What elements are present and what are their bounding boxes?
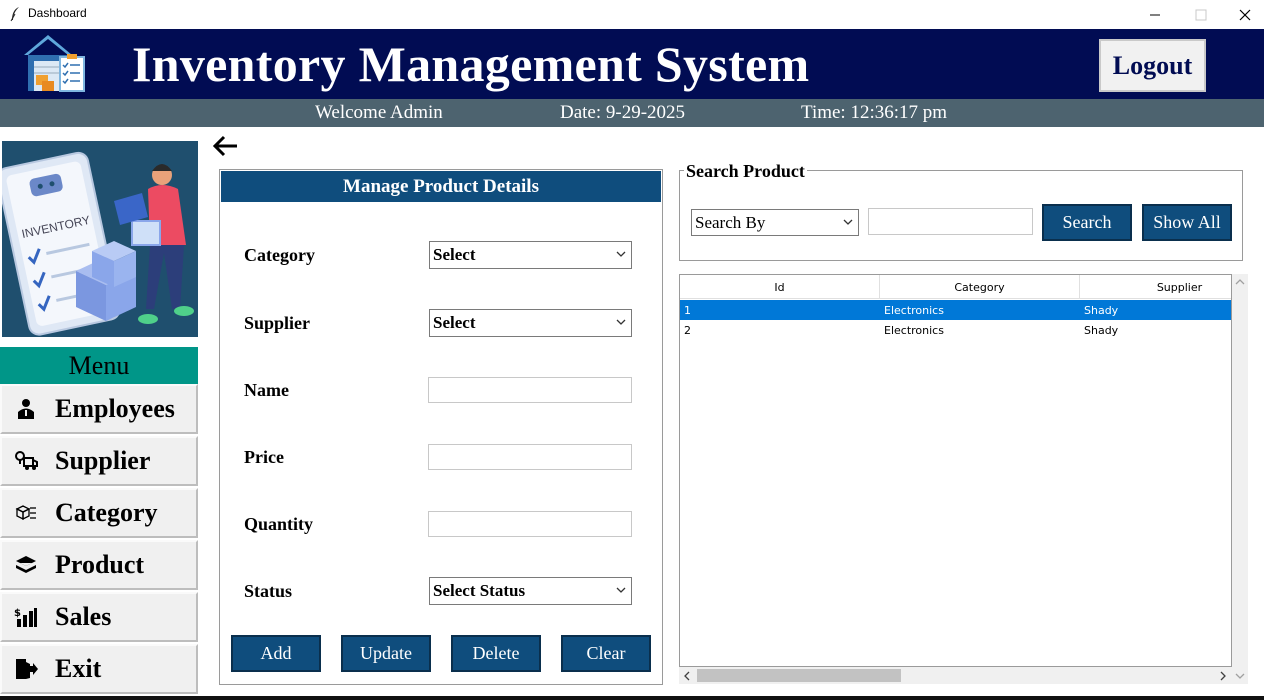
column-header-id[interactable]: Id [680, 275, 880, 299]
delete-button[interactable]: Delete [451, 635, 541, 672]
sidebar-item-category[interactable]: Category [0, 488, 198, 538]
table-header: Id Category Supplier [680, 275, 1231, 299]
date-text: Date: 9-29-2025 [560, 102, 686, 123]
welcome-text: Welcome Admin [315, 102, 443, 123]
update-button[interactable]: Update [341, 635, 431, 672]
exit-icon [14, 657, 38, 681]
cell-category: Electronics [884, 323, 944, 337]
sidebar-item-product[interactable]: Product [0, 540, 198, 590]
cell-category: Electronics [884, 303, 944, 317]
category-label: Category [244, 245, 315, 265]
search-group-title: Search Product [684, 161, 807, 182]
sidebar-item-exit[interactable]: Exit [0, 644, 198, 694]
app-title: Inventory Management System [132, 36, 810, 92]
supplier-select[interactable]: Select [429, 309, 632, 337]
sidebar-item-label: Supplier [55, 446, 151, 475]
logout-button[interactable]: Logout [1099, 39, 1206, 92]
chevron-down-icon [843, 219, 853, 225]
cell-supplier: Shady [1084, 323, 1119, 337]
status-label: Status [244, 581, 293, 601]
search-button[interactable]: Search [1042, 204, 1132, 241]
manage-product-panel: Manage Product Details Category Select S… [219, 169, 663, 685]
category-icon [14, 501, 38, 525]
add-button[interactable]: Add [231, 635, 321, 672]
price-label: Price [244, 447, 284, 467]
quantity-label: Quantity [244, 514, 314, 534]
status-bar: Welcome Admin Date: 9-29-2025 Time: 12:3… [0, 99, 1264, 127]
minimize-icon [1150, 14, 1160, 15]
search-by-select[interactable]: Search By [691, 209, 859, 236]
product-icon [14, 553, 38, 577]
search-input[interactable] [868, 208, 1033, 235]
scroll-thumb[interactable] [697, 669, 901, 682]
scroll-down-icon[interactable] [1235, 672, 1245, 680]
status-select-value: Select Status [433, 581, 526, 600]
name-field[interactable] [428, 377, 632, 403]
scroll-right-icon[interactable] [1219, 671, 1227, 681]
price-field[interactable] [428, 444, 632, 470]
user-icon [14, 397, 38, 421]
product-table[interactable]: Id Category Supplier 1 Electronics Shady… [679, 274, 1232, 667]
sidebar-item-label: Product [55, 550, 145, 579]
status-select[interactable]: Select Status [429, 577, 632, 605]
window-title: Dashboard [28, 6, 87, 20]
svg-text:$: $ [14, 608, 21, 619]
scroll-up-icon[interactable] [1235, 278, 1245, 286]
panel-title: Manage Product Details [221, 171, 661, 202]
sidebar-item-label: Sales [55, 602, 112, 631]
warehouse-logo-icon [24, 35, 85, 92]
feather-icon [10, 7, 19, 22]
horizontal-scrollbar[interactable] [679, 667, 1232, 684]
category-select-value: Select [433, 245, 476, 264]
search-by-value: Search By [695, 212, 766, 232]
table-row[interactable]: 2 Electronics Shady [680, 320, 1231, 340]
supplier-label: Supplier [244, 313, 311, 333]
clear-button[interactable]: Clear [561, 635, 651, 672]
close-icon [1239, 9, 1251, 20]
inventory-illustration: INVENTORY [2, 141, 198, 337]
back-arrow-icon[interactable] [212, 134, 240, 158]
supplier-icon [14, 449, 38, 473]
sidebar-item-label: Employees [55, 394, 175, 423]
menu-header: Menu [0, 347, 198, 384]
name-label: Name [244, 380, 289, 400]
cell-id: 2 [684, 323, 691, 337]
sidebar-item-supplier[interactable]: Supplier [0, 436, 198, 486]
category-select[interactable]: Select [429, 241, 632, 269]
cell-id: 1 [684, 303, 691, 317]
column-header-category[interactable]: Category [880, 275, 1080, 299]
cell-supplier: Shady [1084, 303, 1119, 317]
app-header: Inventory Management System Logout [0, 29, 1264, 99]
scroll-left-icon[interactable] [683, 671, 691, 681]
time-text: Time: 12:36:17 pm [801, 102, 948, 123]
sales-icon: $ [14, 605, 38, 629]
sidebar-item-employees[interactable]: Employees [0, 384, 198, 434]
supplier-select-value: Select [433, 313, 476, 332]
table-row[interactable]: 1 Electronics Shady [680, 300, 1231, 320]
taskbar-edge [0, 696, 1264, 700]
close-button[interactable] [1222, 0, 1264, 29]
minimize-button[interactable] [1132, 0, 1178, 29]
quantity-field[interactable] [428, 511, 632, 537]
chevron-down-icon [616, 251, 626, 257]
sidebar-item-sales[interactable]: $ Sales [0, 592, 198, 642]
show-all-button[interactable]: Show All [1142, 204, 1232, 241]
search-product-group: Search Product Search By Search Show All [679, 161, 1243, 261]
sidebar-item-label: Category [55, 498, 158, 527]
chevron-down-icon [616, 587, 626, 593]
column-header-supplier[interactable]: Supplier [1080, 275, 1231, 299]
chevron-down-icon [616, 319, 626, 325]
sidebar: INVENTORY Menu Employees Supplier Catego… [0, 132, 200, 700]
window-titlebar: Dashboard [0, 0, 1264, 29]
maximize-icon [1195, 9, 1207, 20]
sidebar-item-label: Exit [55, 654, 102, 683]
maximize-button[interactable] [1178, 0, 1224, 29]
vertical-scrollbar[interactable] [1232, 274, 1248, 684]
